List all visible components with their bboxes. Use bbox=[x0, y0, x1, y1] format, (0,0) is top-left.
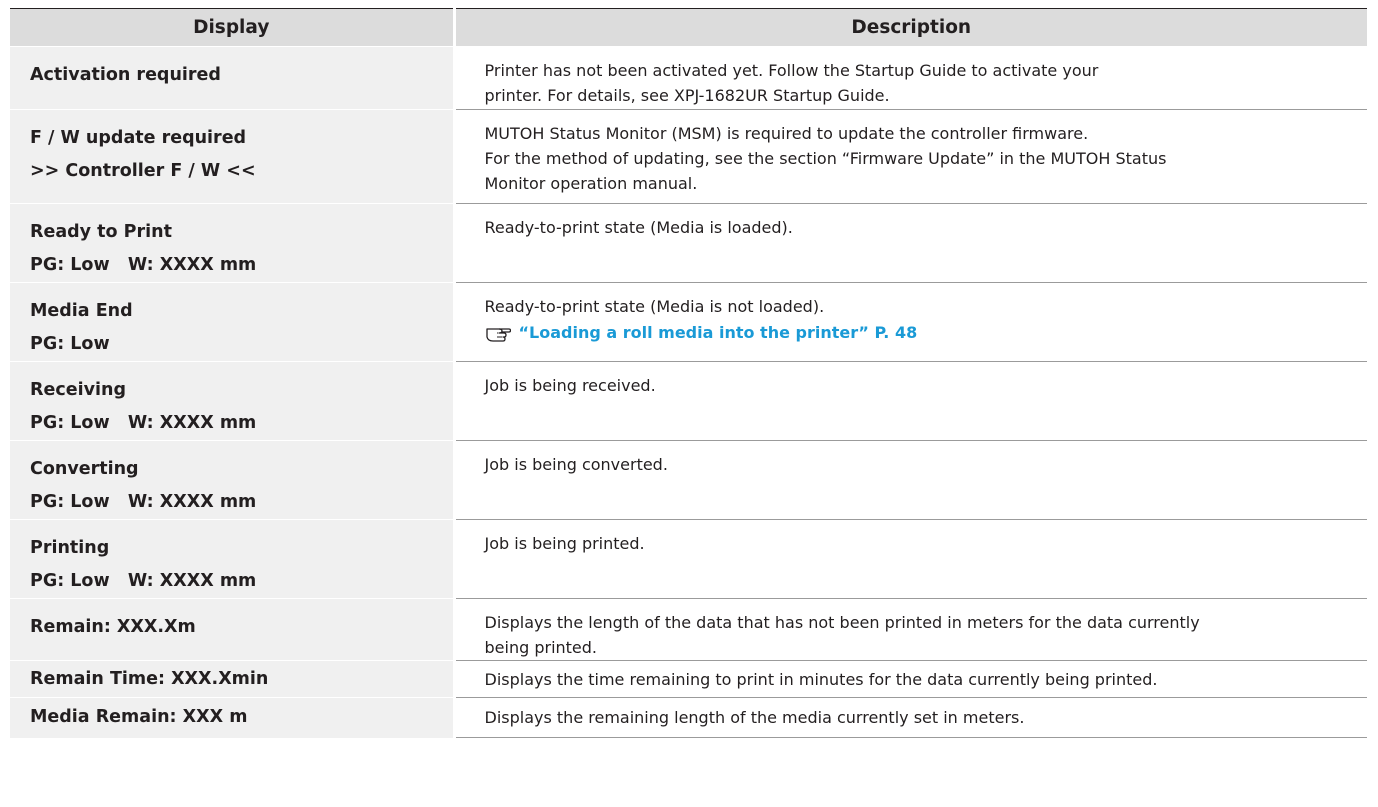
description-cell: Job is being converted. bbox=[454, 440, 1367, 520]
description-cell: Displays the length of the data that has… bbox=[454, 598, 1367, 661]
description-text: Displays the length of the data that has… bbox=[484, 613, 1200, 632]
header-description: Description bbox=[454, 8, 1367, 47]
display-cell: Printing PG: Low W: XXXX mm bbox=[10, 519, 456, 599]
description-text: Printer has not been activated yet. Foll… bbox=[484, 61, 1099, 80]
display-text: PG: Low bbox=[30, 334, 110, 354]
description-text: Displays the remaining length of the med… bbox=[484, 708, 1025, 727]
display-cell: Activation required bbox=[10, 46, 456, 110]
pointing-hand-icon bbox=[485, 323, 511, 343]
table-row: Media Remain: XXX m Displays the remaini… bbox=[10, 697, 1367, 738]
table-row: Activation required Printer has not been… bbox=[10, 46, 1367, 110]
link-text: “Loading a roll media into the printer” … bbox=[518, 323, 918, 342]
table-row: F / W update required >> Controller F / … bbox=[10, 109, 1367, 204]
display-text: >> Controller F / W << bbox=[30, 161, 256, 181]
description-cell: Ready-to-print state (Media is loaded). bbox=[454, 203, 1367, 283]
description-cell: Job is being received. bbox=[454, 361, 1367, 441]
display-text: PG: Low W: XXXX mm bbox=[30, 413, 257, 433]
table-row: Media End PG: Low Ready-to-print state (… bbox=[10, 282, 1367, 362]
description-cell: Job is being printed. bbox=[454, 519, 1367, 599]
display-text: Printing bbox=[30, 538, 110, 558]
description-cell: Displays the time remaining to print in … bbox=[454, 660, 1367, 698]
description-cell: Printer has not been activated yet. Foll… bbox=[454, 46, 1367, 110]
table-row: Remain: XXX.Xm Displays the length of th… bbox=[10, 598, 1367, 661]
display-cell: Media End PG: Low bbox=[10, 282, 456, 362]
display-text: Media Remain: XXX m bbox=[30, 707, 248, 727]
display-text: F / W update required bbox=[30, 128, 247, 148]
display-text: Activation required bbox=[30, 65, 221, 85]
display-cell: Media Remain: XXX m bbox=[10, 697, 456, 738]
display-cell: Remain Time: XXX.Xmin bbox=[10, 660, 456, 698]
description-text: Displays the time remaining to print in … bbox=[484, 670, 1158, 689]
display-text: PG: Low W: XXXX mm bbox=[30, 255, 257, 275]
description-text: Ready-to-print state (Media is not loade… bbox=[484, 297, 825, 316]
display-cell: Converting PG: Low W: XXXX mm bbox=[10, 440, 456, 520]
description-cell: MUTOH Status Monitor (MSM) is required t… bbox=[454, 109, 1367, 204]
loading-roll-media-link[interactable]: “Loading a roll media into the printer” … bbox=[485, 320, 918, 345]
description-text: Job is being converted. bbox=[484, 455, 668, 474]
display-text: Remain Time: XXX.Xmin bbox=[30, 669, 269, 689]
display-cell: Receiving PG: Low W: XXXX mm bbox=[10, 361, 456, 441]
display-text: Ready to Print bbox=[30, 222, 172, 242]
table-row: Printing PG: Low W: XXXX mm Job is being… bbox=[10, 519, 1367, 599]
table-row: Receiving PG: Low W: XXXX mm Job is bein… bbox=[10, 361, 1367, 441]
description-cell: Ready-to-print state (Media is not loade… bbox=[454, 282, 1367, 362]
display-text: Remain: XXX.Xm bbox=[30, 617, 196, 637]
display-text: PG: Low W: XXXX mm bbox=[30, 571, 257, 591]
description-text: printer. For details, see XPJ-1682UR Sta… bbox=[484, 86, 890, 105]
description-text: Job is being printed. bbox=[484, 534, 645, 553]
table-row: Converting PG: Low W: XXXX mm Job is bei… bbox=[10, 440, 1367, 520]
display-text: Media End bbox=[30, 301, 133, 321]
display-cell: F / W update required >> Controller F / … bbox=[10, 109, 456, 204]
description-text: Ready-to-print state (Media is loaded). bbox=[484, 218, 793, 237]
description-text: Job is being received. bbox=[484, 376, 656, 395]
display-text: Receiving bbox=[30, 380, 126, 400]
display-cell: Remain: XXX.Xm bbox=[10, 598, 456, 661]
description-cell: Displays the remaining length of the med… bbox=[454, 697, 1367, 738]
description-text: For the method of updating, see the sect… bbox=[484, 149, 1167, 168]
description-text: MUTOH Status Monitor (MSM) is required t… bbox=[484, 124, 1089, 143]
description-text: Monitor operation manual. bbox=[484, 174, 698, 193]
table-row: Remain Time: XXX.Xmin Displays the time … bbox=[10, 660, 1367, 698]
display-cell: Ready to Print PG: Low W: XXXX mm bbox=[10, 203, 456, 283]
display-text: PG: Low W: XXXX mm bbox=[30, 492, 257, 512]
description-text: being printed. bbox=[484, 638, 598, 657]
table-row: Ready to Print PG: Low W: XXXX mm Ready-… bbox=[10, 203, 1367, 283]
header-row: Display Description bbox=[10, 8, 1367, 47]
header-display: Display bbox=[10, 8, 456, 47]
display-text: Converting bbox=[30, 459, 139, 479]
status-display-table: Display Description Activation required … bbox=[10, 8, 1367, 738]
